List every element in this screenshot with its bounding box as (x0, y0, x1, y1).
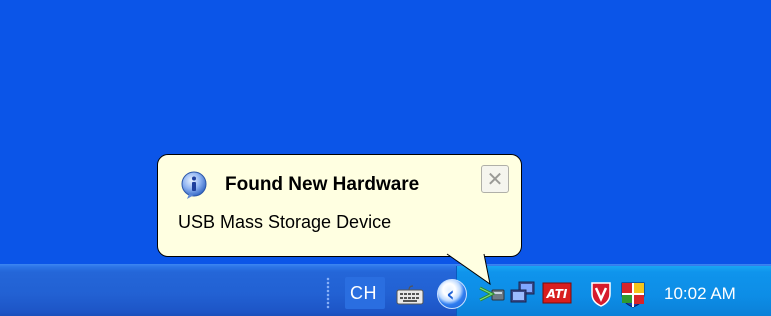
balloon-title: Found New Hardware (225, 174, 420, 195)
svg-text:ATI: ATI (546, 287, 568, 301)
toolbar-grip[interactable] (326, 277, 330, 309)
balloon-close-button[interactable]: ✕ (481, 165, 509, 193)
network-connection-icon[interactable] (509, 280, 537, 306)
balloon-message: USB Mass Storage Device (178, 212, 392, 232)
balloon-tooltip[interactable] (157, 154, 522, 257)
clock[interactable]: 10:02 AM (664, 284, 736, 304)
chevron-left-icon: ‹ (446, 281, 455, 306)
balloon-tail (444, 252, 491, 286)
close-icon: ✕ (486, 167, 504, 191)
language-indicator[interactable]: CH (350, 283, 377, 304)
mcafee-shield-icon[interactable] (590, 281, 612, 307)
security-center-icon[interactable] (619, 280, 647, 308)
keyboard-icon[interactable] (396, 285, 424, 305)
info-icon (181, 171, 207, 199)
ati-catalyst-icon[interactable]: ATI (542, 281, 572, 305)
